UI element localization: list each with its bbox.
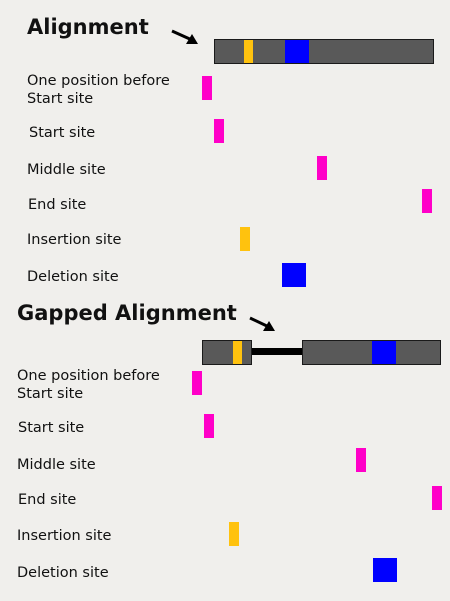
alignment-end-marker xyxy=(422,189,432,213)
alignment-label-one-before-line2: Start site xyxy=(27,91,94,107)
alignment-bar xyxy=(214,39,434,64)
gapped-bar-right xyxy=(302,340,441,365)
gapped-insertion-marker xyxy=(229,522,239,546)
gapped-label-deletion: Deletion site xyxy=(17,565,109,581)
arrow-icon xyxy=(171,29,198,44)
alignment-one-before-marker xyxy=(202,76,212,100)
alignment-label-one-before: One position before Start site xyxy=(27,72,170,108)
alignment-insertion-marker xyxy=(240,227,250,251)
gapped-middle-marker xyxy=(356,448,366,472)
alignment-label-start: Start site xyxy=(29,125,96,141)
alignment-label-one-before-line1: One position before xyxy=(27,73,170,89)
gapped-start-marker xyxy=(204,414,214,438)
gapped-label-end: End site xyxy=(18,492,77,508)
alignment-label-insertion: Insertion site xyxy=(27,232,122,248)
gapped-bar-left xyxy=(202,340,252,365)
alignment-start-marker xyxy=(214,119,224,143)
gapped-connector xyxy=(252,348,302,355)
gapped-end-marker xyxy=(432,486,442,510)
gapped-one-before-marker xyxy=(192,371,202,395)
arrow-icon xyxy=(249,316,275,331)
gapped-label-start: Start site xyxy=(18,420,85,436)
gapped-bar-deletion-segment xyxy=(372,341,396,364)
gapped-label-middle: Middle site xyxy=(17,457,96,473)
alignment-bar-insertion-segment xyxy=(244,40,253,63)
gapped-label-one-before: One position before Start site xyxy=(17,367,160,403)
alignment-label-middle: Middle site xyxy=(27,162,106,178)
gapped-label-insertion: Insertion site xyxy=(17,528,112,544)
gapped-label-one-before-line2: Start site xyxy=(17,386,84,402)
gapped-bar-insertion-segment xyxy=(233,341,242,364)
alignment-label-end: End site xyxy=(28,197,87,213)
alignment-title: Alignment xyxy=(27,15,149,39)
gapped-alignment-title: Gapped Alignment xyxy=(17,301,237,325)
gapped-deletion-marker xyxy=(373,558,397,582)
alignment-deletion-marker xyxy=(282,263,306,287)
alignment-label-deletion: Deletion site xyxy=(27,269,119,285)
gapped-label-one-before-line1: One position before xyxy=(17,368,160,384)
alignment-bar-deletion-segment xyxy=(285,40,309,63)
alignment-middle-marker xyxy=(317,156,327,180)
